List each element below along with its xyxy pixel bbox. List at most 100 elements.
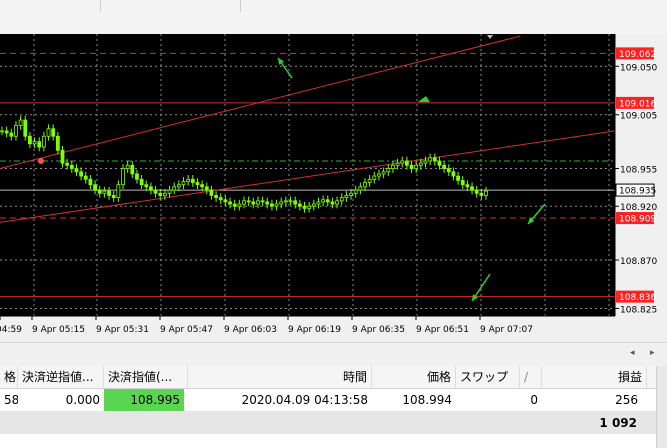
candle-body [311, 203, 316, 207]
price-label: 109.016 [619, 99, 656, 109]
price-label: 108.935 [619, 187, 656, 197]
time-tick-label: 9 Apr 06:19 [288, 325, 341, 335]
cell-stop-loss: 0.000 [65, 393, 100, 407]
candle-body [404, 160, 409, 166]
candle-body [111, 195, 116, 199]
candle-body [251, 201, 256, 205]
time-tick-label: 9 Apr 07:07 [480, 325, 533, 335]
candle-body [139, 178, 144, 186]
order-marker [38, 158, 44, 165]
candle-body [214, 195, 218, 199]
summary-row: 1 092 [0, 412, 667, 434]
candle-body [437, 160, 442, 166]
candle-body [456, 175, 460, 181]
candle-body [335, 200, 339, 205]
candle-body [97, 189, 102, 194]
time-tick-label: 04:59 [0, 325, 22, 335]
chart-canvas[interactable]: 109.050 109.005 108.955 108.920 108.870 108.8… [0, 34, 667, 342]
candle-body [470, 186, 474, 191]
cell-price-open: 58 [4, 393, 18, 407]
time-tick-label: 9 Apr 05:31 [96, 325, 149, 335]
horizontal-scrollbar[interactable]: ◂ ▸ [0, 342, 667, 365]
candle-body [288, 200, 293, 203]
vertical-scrollbar[interactable] [656, 366, 667, 448]
candle-body [270, 203, 274, 207]
candle-body [125, 164, 130, 169]
candle-body [232, 203, 237, 207]
scroll-right-icon[interactable]: ▸ [650, 348, 655, 358]
candle-body [88, 178, 93, 186]
time-tick-label: 9 Apr 06:03 [224, 325, 277, 335]
candle-body [93, 184, 97, 191]
candle-body [302, 205, 307, 209]
candle-body [479, 192, 484, 196]
col-header-swap[interactable]: スワップ [456, 366, 520, 388]
time-tick-label: 9 Apr 06:35 [352, 325, 405, 335]
candle-body [330, 201, 335, 205]
candle-body [260, 200, 265, 203]
candle-body [60, 149, 65, 164]
candle-body [246, 200, 251, 203]
candle-body [242, 200, 246, 205]
candle-body [149, 186, 153, 191]
toolbar-divider [240, 0, 241, 12]
candle-body [51, 128, 56, 137]
time-tick-label: 9 Apr 06:51 [416, 325, 469, 335]
col-header-take-profit[interactable]: 決済指値(... [104, 366, 188, 388]
cell-profit: 256 [615, 393, 638, 407]
candle-body [377, 173, 381, 177]
candle-body [4, 130, 9, 134]
col-header-price-open[interactable]: 格 [0, 366, 18, 388]
candle-body [228, 201, 232, 205]
candle-body [172, 186, 177, 191]
candle-body [181, 181, 186, 186]
price-tick-label: 108.825 [620, 305, 657, 315]
candle-body [153, 189, 158, 194]
col-header-stop-loss[interactable]: 決済逆指値... [18, 366, 104, 388]
table-row[interactable]: 58 0.000 108.995 2020.04.09 04:13:58 108… [0, 389, 667, 412]
candle-body [484, 190, 488, 196]
candle-body [353, 189, 358, 194]
price-chart[interactable]: 109.050 109.005 108.955 108.920 108.870 108.8… [0, 34, 667, 342]
col-header-price[interactable]: 価格 [372, 366, 456, 388]
cell-swap: 0 [530, 393, 538, 407]
candle-body [14, 125, 18, 137]
scroll-left-icon[interactable]: ◂ [630, 348, 635, 358]
candle-body [186, 178, 191, 182]
candle-body [363, 182, 367, 188]
candle-body [218, 197, 223, 201]
candle-body [55, 135, 60, 151]
candle-body [474, 189, 479, 194]
candle-body [65, 162, 70, 166]
candle-body [102, 190, 107, 194]
candle-body [256, 200, 260, 205]
candle-body [209, 189, 214, 196]
candle-body [116, 184, 121, 199]
price-tick-label: 108.955 [620, 166, 657, 176]
candle-body [79, 171, 84, 177]
candle-body [465, 184, 470, 188]
candle-body [237, 203, 242, 207]
candle-body [195, 182, 200, 186]
toolbar-divider [100, 0, 101, 12]
candle-body [316, 201, 321, 205]
candle-body [400, 160, 405, 164]
candle-body [204, 186, 209, 191]
col-header-profit[interactable]: 損益 [542, 366, 647, 388]
candle-body [414, 164, 419, 169]
candle-body [423, 160, 428, 164]
candle-body [372, 175, 377, 180]
candle-body [32, 141, 37, 145]
price-label: 108.909 [619, 215, 656, 225]
col-header-time[interactable]: 時間 [188, 366, 372, 388]
candle-body [381, 171, 386, 175]
candle-body [349, 192, 353, 196]
candle-body [130, 164, 135, 175]
candle-body [391, 164, 395, 169]
candle-body [223, 199, 228, 203]
price-label: 109.062 [619, 50, 656, 60]
candle-body [69, 164, 74, 169]
candle-body [135, 173, 139, 180]
candle-body [418, 162, 423, 166]
candle-body [158, 192, 163, 196]
